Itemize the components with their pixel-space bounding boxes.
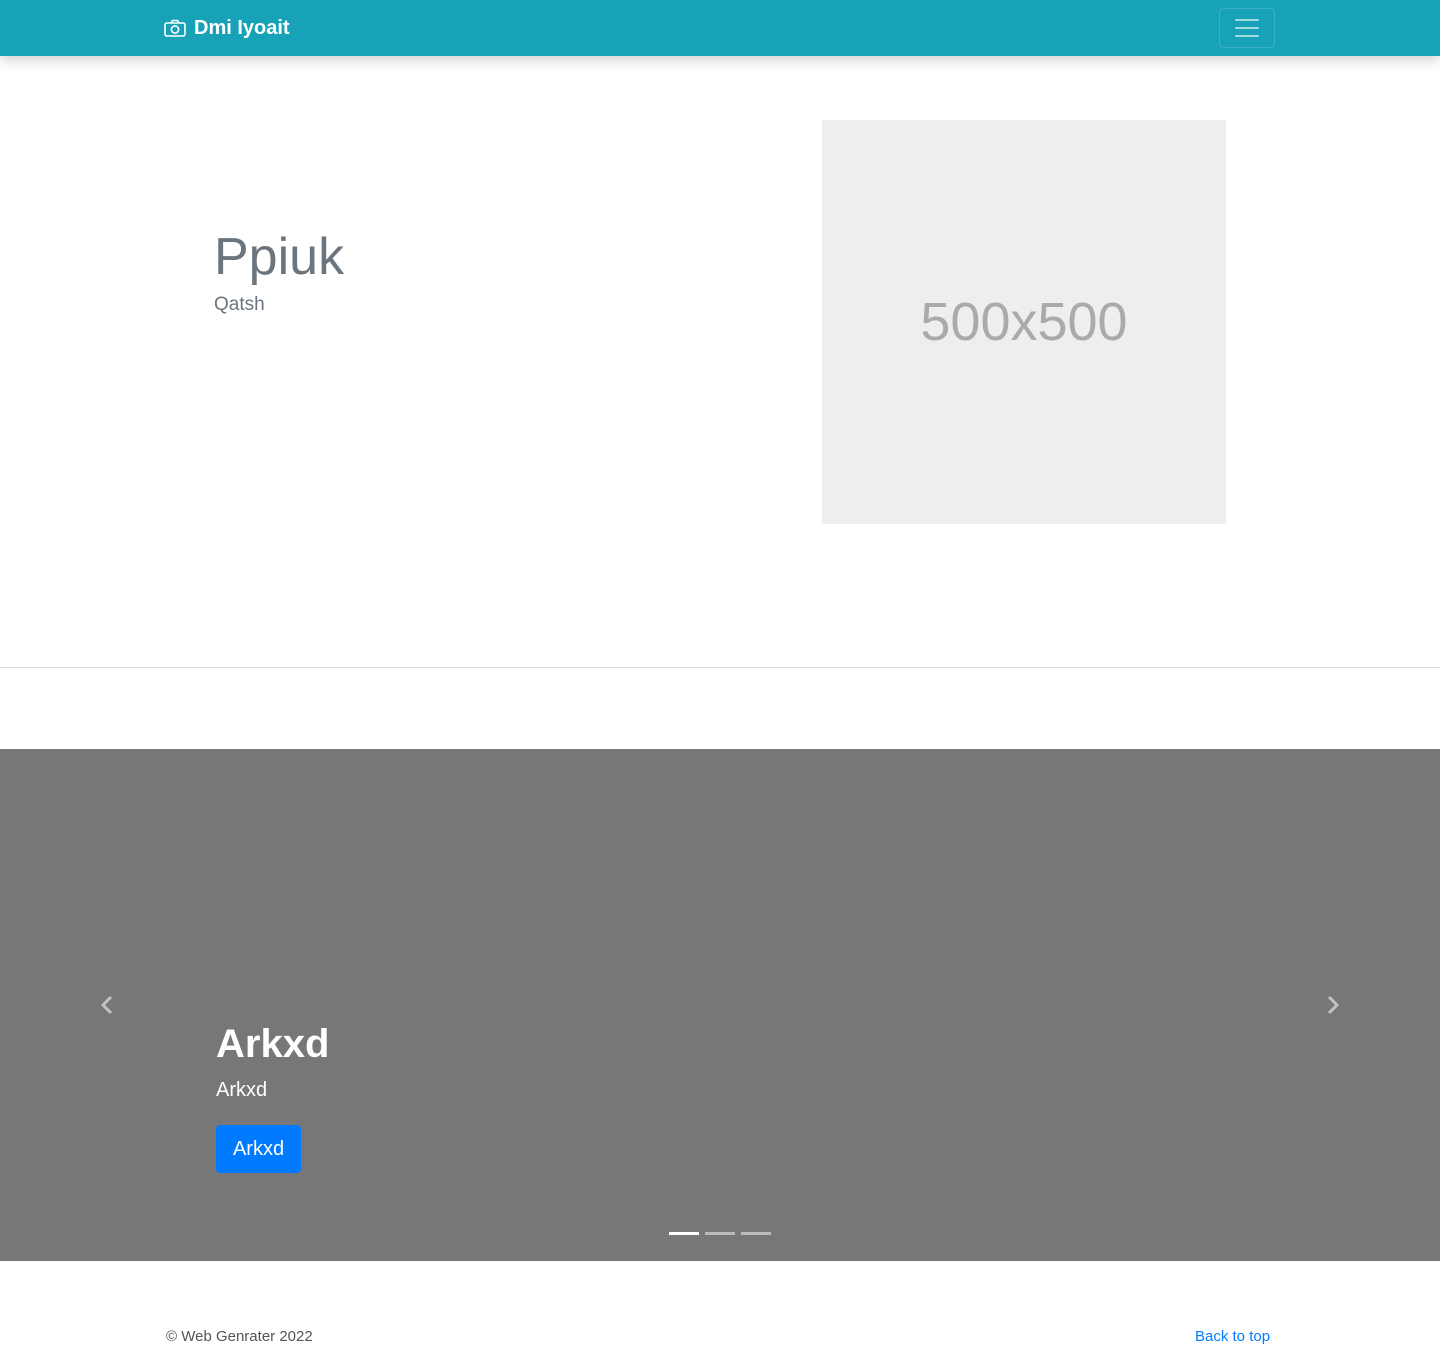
camera-icon (164, 19, 186, 37)
hero-image-placeholder: 500x500 (822, 120, 1226, 524)
brand-link[interactable]: Dmi Iyoait (164, 0, 290, 56)
carousel-prev-button[interactable] (88, 985, 128, 1025)
carousel-indicator-1[interactable] (669, 1232, 699, 1235)
carousel-indicator-2[interactable] (705, 1232, 735, 1235)
carousel-caption-title: Arkxd (216, 1022, 330, 1066)
carousel-indicator-3[interactable] (741, 1232, 771, 1235)
carousel-next-button[interactable] (1312, 985, 1352, 1025)
carousel-caption-button[interactable]: Arkxd (216, 1125, 301, 1173)
navbar: Dmi Iyoait (0, 0, 1440, 56)
section-divider (0, 667, 1440, 668)
navbar-toggler-button[interactable] (1219, 8, 1275, 48)
chevron-right-icon (1327, 995, 1340, 1015)
brand-name: Dmi Iyoait (194, 16, 290, 39)
carousel: Arkxd Arkxd Arkxd (0, 749, 1440, 1261)
carousel-caption-text: Arkxd (216, 1079, 268, 1101)
hero-title: Ppiuk (214, 228, 345, 286)
chevron-left-icon (100, 995, 113, 1015)
hero-subtitle: Qatsh (214, 294, 265, 315)
back-to-top-link[interactable]: Back to top (1195, 1328, 1270, 1345)
placeholder-label: 500x500 (920, 292, 1128, 352)
hamburger-icon (1235, 19, 1259, 37)
footer-copyright: © Web Genrater 2022 (166, 1328, 313, 1345)
carousel-indicators (669, 1232, 771, 1235)
